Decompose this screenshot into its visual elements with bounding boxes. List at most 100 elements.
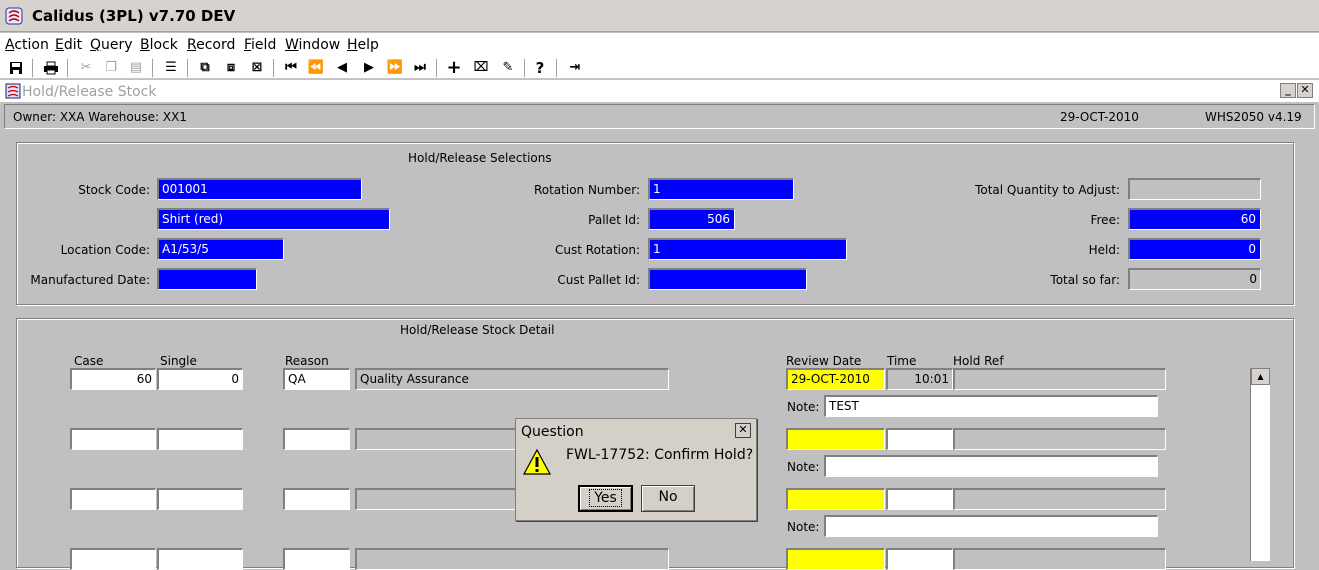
toolbar-separator [524, 59, 525, 77]
window-header: Hold/Release Stock _ ✕ [0, 80, 1319, 102]
review-date-field[interactable] [786, 548, 885, 570]
note-label: Note: [787, 400, 820, 414]
hold-ref-header: Hold Ref [953, 354, 1004, 368]
next-block-icon[interactable]: ⏩ [386, 59, 404, 77]
hold-ref-field[interactable] [953, 488, 1166, 510]
time-header: Time [887, 354, 917, 368]
review-date-field[interactable]: 29-OCT-2010 [786, 368, 885, 390]
hold-ref-field[interactable] [953, 548, 1166, 570]
help-icon[interactable]: ? [531, 59, 549, 77]
list-values-icon[interactable]: ☰ [162, 59, 180, 77]
execute-query-icon[interactable]: ⧈ [222, 59, 240, 77]
single-field[interactable]: 0 [157, 368, 243, 390]
current-date: 29-OCT-2010 [1060, 110, 1139, 124]
selections-title: Hold/Release Selections [408, 151, 552, 165]
last-record-icon[interactable]: ⏭ [411, 59, 429, 77]
menu-block[interactable]: Block [140, 37, 178, 53]
reason-description-field [355, 548, 669, 570]
menu-field[interactable]: Field [244, 37, 276, 53]
time-field[interactable] [886, 428, 953, 450]
total-so-far-field[interactable]: 0 [1128, 268, 1261, 290]
reason-code-field[interactable] [283, 428, 350, 450]
time-field[interactable] [886, 488, 953, 510]
free-field[interactable]: 60 [1128, 208, 1261, 230]
toolbar: ✂ ❐ ▤ ☰ ⧉ ⧈ ⊠ ⏮ ⏪ ◀ ▶ ⏩ ⏭ + ⌧ ✎ ? ⇥ [0, 57, 1319, 79]
note-label: Note: [787, 520, 820, 534]
yes-button[interactable]: Yes [578, 485, 633, 512]
case-field[interactable] [70, 548, 156, 570]
case-field[interactable] [70, 428, 156, 450]
cust-pallet-id-field[interactable] [648, 268, 807, 290]
close-icon[interactable]: ✕ [1297, 83, 1313, 98]
stock-code-field[interactable]: 001001 [157, 178, 362, 200]
cut-icon[interactable]: ✂ [77, 59, 95, 77]
form-icon [5, 83, 21, 99]
menu-query[interactable]: Query [90, 37, 133, 53]
clear-record-icon[interactable]: ✎ [499, 59, 517, 77]
menu-action[interactable]: Action [5, 37, 49, 53]
insert-record-icon[interactable]: + [445, 59, 463, 77]
scroll-up-icon[interactable]: ▲ [1251, 368, 1270, 385]
case-field[interactable]: 60 [70, 368, 156, 390]
menu-window[interactable]: Window [285, 37, 340, 53]
single-field[interactable] [157, 548, 243, 570]
reason-code-field[interactable] [283, 548, 350, 570]
total-qty-field[interactable] [1128, 178, 1261, 200]
title-bar: Calidus (3PL) v7.70 DEV [0, 0, 1319, 32]
total-so-far-label: Total so far: [1050, 273, 1120, 287]
location-code-field[interactable]: A1/53/5 [157, 238, 284, 260]
time-field[interactable] [886, 548, 953, 570]
single-field[interactable] [157, 428, 243, 450]
paste-icon[interactable]: ▤ [127, 59, 145, 77]
save-icon[interactable] [7, 59, 25, 77]
previous-record-icon[interactable]: ◀ [333, 59, 351, 77]
toolbar-separator [187, 59, 188, 77]
rotation-number-field[interactable]: 1 [648, 178, 794, 200]
minimize-icon[interactable]: _ [1280, 83, 1296, 98]
note-field[interactable] [824, 455, 1158, 477]
no-button[interactable]: No [641, 485, 695, 512]
menu-record[interactable]: Record [187, 37, 235, 53]
time-field[interactable]: 10:01 [886, 368, 953, 390]
toolbar-separator [152, 59, 153, 77]
delete-record-icon[interactable]: ⌧ [472, 59, 490, 77]
held-field[interactable]: 0 [1128, 238, 1261, 260]
first-record-icon[interactable]: ⏮ [282, 59, 300, 77]
case-field[interactable] [70, 488, 156, 510]
vertical-scrollbar[interactable] [1250, 368, 1270, 561]
menu-edit[interactable]: Edit [55, 37, 82, 53]
reason-code-field[interactable]: QA [283, 368, 350, 390]
hold-ref-field[interactable] [953, 428, 1166, 450]
cust-rotation-field[interactable]: 1 [648, 238, 847, 260]
close-icon[interactable]: ✕ [735, 423, 751, 438]
cancel-query-icon[interactable]: ⊠ [248, 59, 266, 77]
review-date-field[interactable] [786, 488, 885, 510]
pallet-id-field[interactable]: 506 [648, 208, 735, 230]
hold-ref-field[interactable] [953, 368, 1166, 390]
note-field[interactable]: TEST [824, 395, 1158, 417]
toolbar-separator [273, 59, 274, 77]
exit-icon[interactable]: ⇥ [566, 59, 584, 77]
menu-help[interactable]: Help [347, 37, 379, 53]
description-field[interactable]: Shirt (red) [157, 208, 390, 230]
manufactured-date-field[interactable] [157, 268, 257, 290]
single-header: Single [160, 354, 197, 368]
case-header: Case [74, 354, 104, 368]
enter-query-icon[interactable]: ⧉ [196, 59, 214, 77]
app-logo-icon [5, 7, 23, 25]
copy-icon[interactable]: ❐ [102, 59, 120, 77]
location-code-label: Location Code: [60, 243, 150, 257]
next-record-icon[interactable]: ▶ [360, 59, 378, 77]
dialog-message: FWL-17752: Confirm Hold? [566, 447, 754, 463]
reason-code-field[interactable] [283, 488, 350, 510]
single-field[interactable] [157, 488, 243, 510]
note-field[interactable] [824, 515, 1158, 537]
print-icon[interactable] [42, 59, 60, 77]
info-bar: Owner: XXA Warehouse: XX1 29-OCT-2010 WH… [4, 104, 1315, 129]
detail-title: Hold/Release Stock Detail [400, 323, 555, 337]
previous-block-icon[interactable]: ⏪ [307, 59, 325, 77]
manufactured-date-label: Manufactured Date: [30, 273, 150, 287]
review-date-field[interactable] [786, 428, 885, 450]
reason-header: Reason [285, 354, 329, 368]
toolbar-separator [67, 59, 68, 77]
